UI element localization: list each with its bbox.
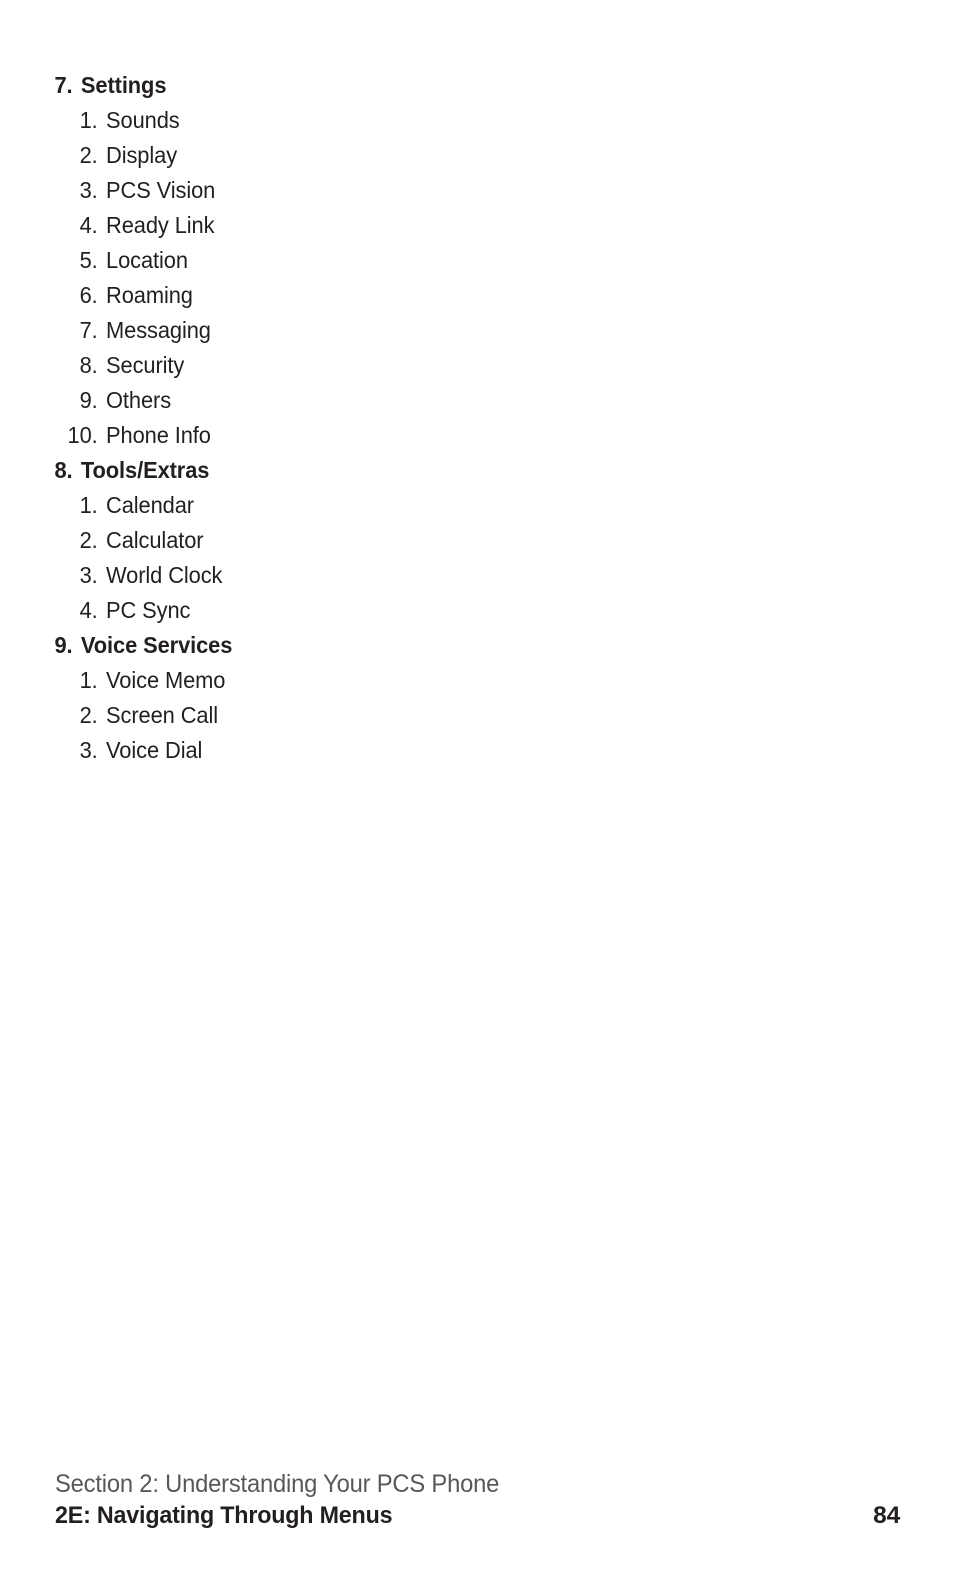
footer-section-line: Section 2: Understanding Your PCS Phone <box>55 1470 500 1498</box>
menu-section-heading: 8. Tools/Extras <box>0 457 521 492</box>
menu-sub-item-label: PCS Vision <box>106 177 216 203</box>
menu-sub-item: 1. Sounds <box>0 107 521 142</box>
menu-section-heading: 9. Voice Services <box>0 632 521 667</box>
menu-sub-item: 5. Location <box>0 247 521 282</box>
menu-sub-item-label: Location <box>106 247 188 273</box>
menu-sub-item-number: 3. <box>79 177 98 203</box>
menu-sub-item-label: Screen Call <box>106 702 218 728</box>
menu-sub-item-number: 2. <box>79 527 98 553</box>
menu-section: 9. Voice Services 1. Voice Memo 2. Screen Cal… <box>0 632 560 772</box>
menu-sub-item-label: Voice Dial <box>106 737 203 763</box>
menu-sub-item-label: Security <box>106 352 185 378</box>
page-number: 84 <box>873 1502 900 1529</box>
menu-sub-item-number: 9. <box>79 387 98 413</box>
menu-section: 7. Settings 1. Sounds 2. Display 3. PCS Vision 4… <box>0 72 560 457</box>
menu-sub-item: 4. Ready Link <box>0 212 521 247</box>
menu-sub-item-number: 1. <box>79 107 98 133</box>
footer-chapter-line: 2E: Navigating Through Menus <box>55 1502 393 1529</box>
menu-sub-item: 9. Others <box>0 387 521 422</box>
menu-sub-item-label: Calendar <box>106 492 194 518</box>
menu-sub-item-number: 7. <box>79 317 98 343</box>
manual-page: 7. Settings 1. Sounds 2. Display 3. PCS Vision 4… <box>0 0 954 1590</box>
menu-sub-item-label: Sounds <box>106 107 180 133</box>
menu-sub-item-number: 4. <box>79 597 98 623</box>
menu-sub-item-label: PC Sync <box>106 597 191 623</box>
menu-outline: 7. Settings 1. Sounds 2. Display 3. PCS Vision 4… <box>0 72 560 772</box>
menu-sub-item-label: Voice Memo <box>106 667 226 693</box>
menu-sub-item-label: Display <box>106 142 178 168</box>
menu-sub-item-number: 6. <box>79 282 98 308</box>
menu-sub-item: 6. Roaming <box>0 282 521 317</box>
menu-sub-item-number: 3. <box>79 562 98 588</box>
menu-sub-item: 1. Calendar <box>0 492 521 527</box>
menu-sub-item-number: 1. <box>79 492 98 518</box>
menu-section: 8. Tools/Extras 1. Calendar 2. Calculator 3. Wo… <box>0 457 560 632</box>
menu-sub-item-number: 8. <box>79 352 98 378</box>
menu-section-number: 9. <box>54 632 73 658</box>
footer-bottom-row: 2E: Navigating Through Menus 84 <box>55 1500 900 1532</box>
menu-sub-item-number: 5. <box>79 247 98 273</box>
menu-sub-item-number: 2. <box>79 142 98 168</box>
menu-sub-item-label: Messaging <box>106 317 211 343</box>
menu-sub-item-label: Roaming <box>106 282 193 308</box>
menu-sub-item: 2. Screen Call <box>0 702 521 737</box>
menu-sub-item: 8. Security <box>0 352 521 387</box>
menu-sub-item-label: Ready Link <box>106 212 215 238</box>
menu-sub-item: 3. World Clock <box>0 562 521 597</box>
menu-sub-item-label: Phone Info <box>106 422 211 448</box>
menu-sub-item: 10. Phone Info <box>0 422 521 457</box>
menu-sub-item-number: 2. <box>79 702 98 728</box>
menu-sub-item-number: 4. <box>79 212 98 238</box>
menu-sub-item-number: 3. <box>79 737 98 763</box>
menu-sub-item: 2. Display <box>0 142 521 177</box>
menu-sub-item: 4. PC Sync <box>0 597 521 632</box>
page-footer: Section 2: Understanding Your PCS Phone … <box>55 1469 900 1532</box>
menu-section-label: Settings <box>80 72 167 98</box>
menu-section-heading: 7. Settings <box>0 72 521 107</box>
menu-sub-item: 3. Voice Dial <box>0 737 521 772</box>
menu-sub-item-label: Calculator <box>106 527 204 553</box>
menu-section-number: 7. <box>54 72 73 98</box>
menu-section-number: 8. <box>54 457 73 483</box>
menu-sub-item: 1. Voice Memo <box>0 667 521 702</box>
menu-sub-item-number: 1. <box>79 667 98 693</box>
menu-section-label: Voice Services <box>80 632 233 658</box>
menu-sub-item: 3. PCS Vision <box>0 177 521 212</box>
menu-sub-item-label: World Clock <box>106 562 223 588</box>
menu-section-label: Tools/Extras <box>80 457 210 483</box>
menu-sub-item-number: 10. <box>67 422 98 448</box>
menu-sub-item-label: Others <box>106 387 172 413</box>
menu-sub-item: 2. Calculator <box>0 527 521 562</box>
menu-sub-item: 7. Messaging <box>0 317 521 352</box>
